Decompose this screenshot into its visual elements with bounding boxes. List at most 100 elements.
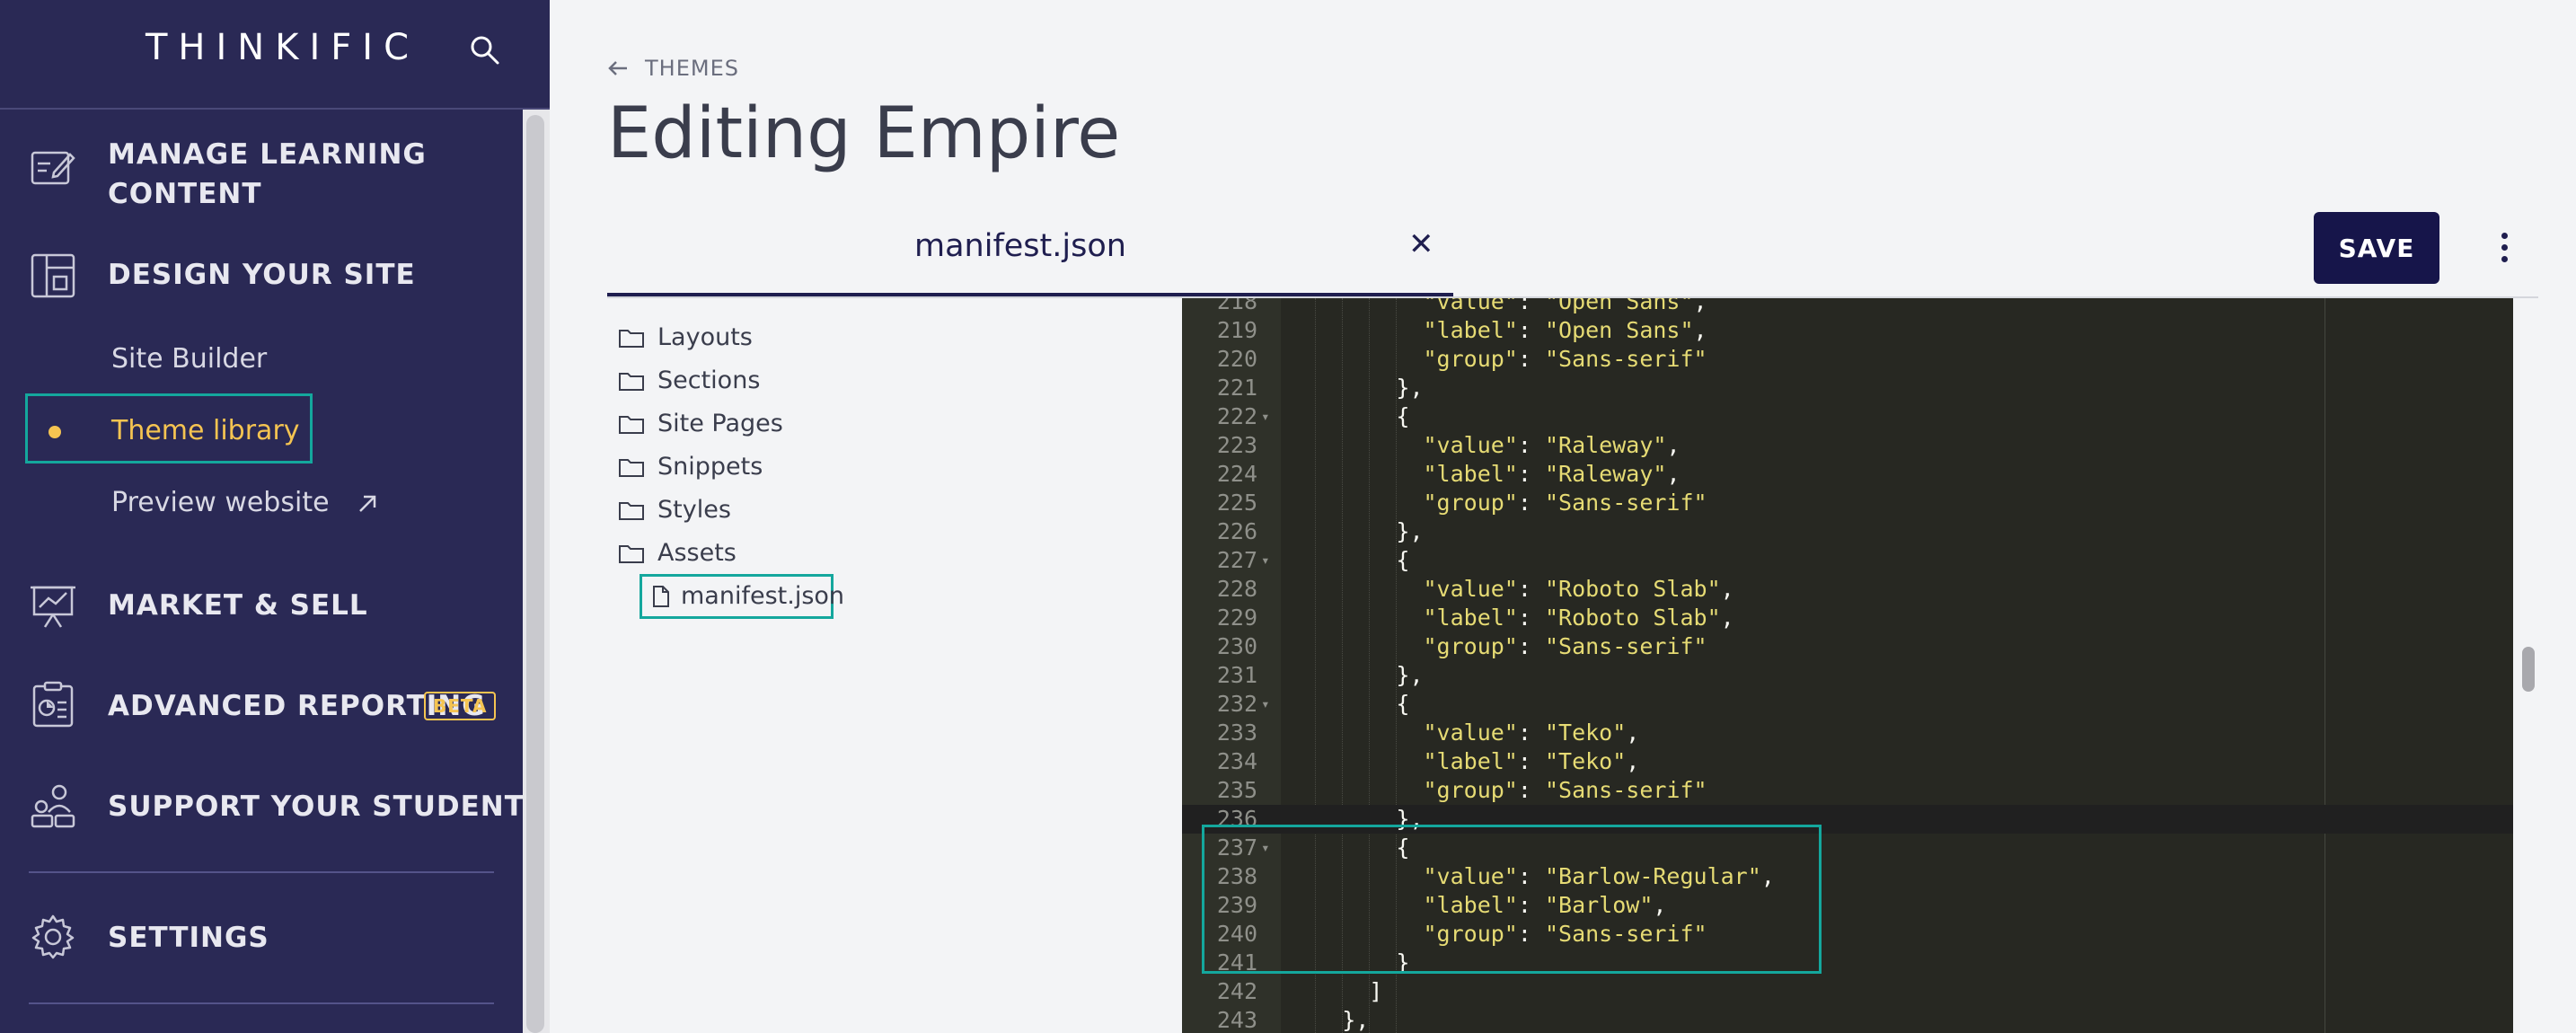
- sidebar-scrollbar-thumb[interactable]: [526, 115, 544, 1033]
- code-text: {: [1396, 546, 1409, 575]
- folder-icon: [619, 501, 644, 520]
- code-punct: {: [1396, 547, 1410, 573]
- code-text: "group": "Sans-serif": [1423, 346, 1707, 372]
- nav-label-support: SUPPORT YOUR STUDENTS: [108, 790, 546, 823]
- code-line: 243},: [1182, 1006, 2513, 1033]
- fold-arrow-icon[interactable]: ▾: [1261, 402, 1270, 431]
- code-line: 221},: [1182, 374, 2513, 402]
- code-text: },: [1396, 374, 1423, 402]
- tab-manifest-json[interactable]: manifest.json ✕: [607, 216, 1453, 296]
- json-key: "label": [1423, 748, 1518, 774]
- folder-site-pages[interactable]: Site Pages: [618, 410, 783, 437]
- code-tail: ,: [1626, 748, 1640, 774]
- json-value: "Open Sans": [1544, 317, 1694, 343]
- breadcrumb[interactable]: THEMES: [607, 56, 739, 81]
- thinkific-logo[interactable]: THINKIFIC: [146, 27, 419, 68]
- line-number: 220: [1216, 346, 1257, 372]
- sidebar-header: THINKIFIC: [0, 0, 550, 110]
- json-key: "group": [1423, 490, 1518, 516]
- line-number: 219: [1216, 317, 1257, 343]
- code-line: 233 "value": "Teko",: [1182, 719, 2513, 747]
- preview-website-label: Preview website: [111, 487, 330, 518]
- code-line: 220 "group": "Sans-serif": [1182, 345, 2513, 374]
- json-key: "group": [1423, 633, 1518, 659]
- code-punct: {: [1396, 403, 1410, 429]
- json-key: "label": [1423, 317, 1518, 343]
- more-options-icon[interactable]: [2486, 225, 2522, 269]
- json-key: "value": [1423, 298, 1518, 314]
- line-number: 226: [1216, 518, 1257, 544]
- folder-styles[interactable]: Styles: [618, 496, 731, 524]
- json-value: "Open Sans": [1544, 298, 1694, 314]
- code-text: "value": "Roboto Slab",: [1423, 576, 1734, 602]
- folder-snippets[interactable]: Snippets: [618, 453, 763, 481]
- json-value: "Raleway": [1544, 432, 1667, 458]
- nav-label-design: DESIGN YOUR SITE: [108, 259, 416, 291]
- folder-label: Sections: [657, 366, 761, 394]
- code-tail: ,: [1693, 298, 1707, 314]
- json-key: "group": [1423, 777, 1518, 803]
- students-icon: [31, 784, 75, 828]
- folder-icon: [619, 372, 644, 391]
- code-text: "label": "Roboto Slab",: [1423, 605, 1734, 631]
- code-text: {: [1396, 402, 1409, 431]
- line-number: 242: [1216, 978, 1257, 1004]
- folder-icon: [619, 329, 644, 348]
- json-key: "value": [1423, 576, 1518, 602]
- line-number: 224: [1216, 461, 1257, 487]
- code-text: "value": "Raleway",: [1423, 432, 1681, 458]
- presentation-chart-icon: [31, 586, 75, 628]
- subnav-theme-library[interactable]: Theme library: [111, 415, 300, 446]
- code-line: 235 "group": "Sans-serif": [1182, 776, 2513, 805]
- fold-arrow-icon[interactable]: ▾: [1261, 546, 1270, 575]
- line-number: 231: [1216, 662, 1257, 688]
- json-key: "label": [1423, 461, 1518, 487]
- fold-arrow-icon[interactable]: ▾: [1261, 690, 1270, 719]
- json-value: "Teko": [1544, 720, 1627, 746]
- nav-label-settings: SETTINGS: [108, 922, 269, 954]
- code-line: 218 "value": "Open Sans",: [1182, 298, 2513, 316]
- folder-label: Layouts: [657, 323, 753, 351]
- line-number: 227: [1216, 547, 1257, 573]
- file-icon: [653, 585, 669, 607]
- json-value: "Sans-serif": [1544, 490, 1707, 516]
- code-tail: ,: [1666, 461, 1681, 487]
- json-value: "Roboto Slab": [1544, 605, 1721, 631]
- code-punct: {: [1396, 691, 1410, 717]
- folder-assets[interactable]: Assets: [618, 539, 737, 567]
- sidebar: THINKIFIC MANAGE LEARNING CONTENT DESIGN…: [0, 0, 550, 1033]
- code-tail: ,: [1693, 317, 1707, 343]
- folder-label: Styles: [657, 496, 731, 524]
- code-text: },: [1396, 661, 1423, 690]
- save-button[interactable]: SAVE: [2314, 212, 2439, 284]
- subnav-preview-website[interactable]: Preview website: [111, 487, 379, 518]
- json-value: "Sans-serif": [1544, 633, 1707, 659]
- code-text: "value": "Teko",: [1423, 720, 1640, 746]
- line-number: 222: [1216, 403, 1257, 429]
- code-text: },: [1342, 1006, 1369, 1033]
- code-line: 230 "group": "Sans-serif": [1182, 632, 2513, 661]
- file-manifest-json[interactable]: manifest.json: [652, 582, 844, 610]
- subnav-site-builder[interactable]: Site Builder: [111, 343, 267, 375]
- line-number: 221: [1216, 375, 1257, 401]
- sidebar-divider-bottom: [29, 1002, 494, 1004]
- folder-icon: [619, 458, 644, 477]
- line-number: 233: [1216, 720, 1257, 746]
- line-number: 228: [1216, 576, 1257, 602]
- code-line: 229 "label": "Roboto Slab",: [1182, 604, 2513, 632]
- json-value: "Roboto Slab": [1544, 576, 1721, 602]
- search-icon[interactable]: [467, 32, 503, 68]
- code-line: 223 "value": "Raleway",: [1182, 431, 2513, 460]
- code-punct: },: [1342, 1007, 1370, 1033]
- folder-layouts[interactable]: Layouts: [618, 323, 753, 351]
- nav-label-manage-line2: CONTENT: [108, 178, 262, 210]
- new-font-entry-highlight: [1202, 825, 1822, 974]
- code-punct: },: [1396, 518, 1424, 544]
- folder-sections[interactable]: Sections: [618, 366, 760, 394]
- code-text: "group": "Sans-serif": [1423, 490, 1707, 516]
- close-icon[interactable]: ✕: [1408, 226, 1434, 262]
- line-number: 232: [1216, 691, 1257, 717]
- breadcrumb-themes[interactable]: THEMES: [645, 56, 739, 81]
- code-tail: ,: [1626, 720, 1640, 746]
- editor-scrollbar-thumb[interactable]: [2522, 647, 2535, 692]
